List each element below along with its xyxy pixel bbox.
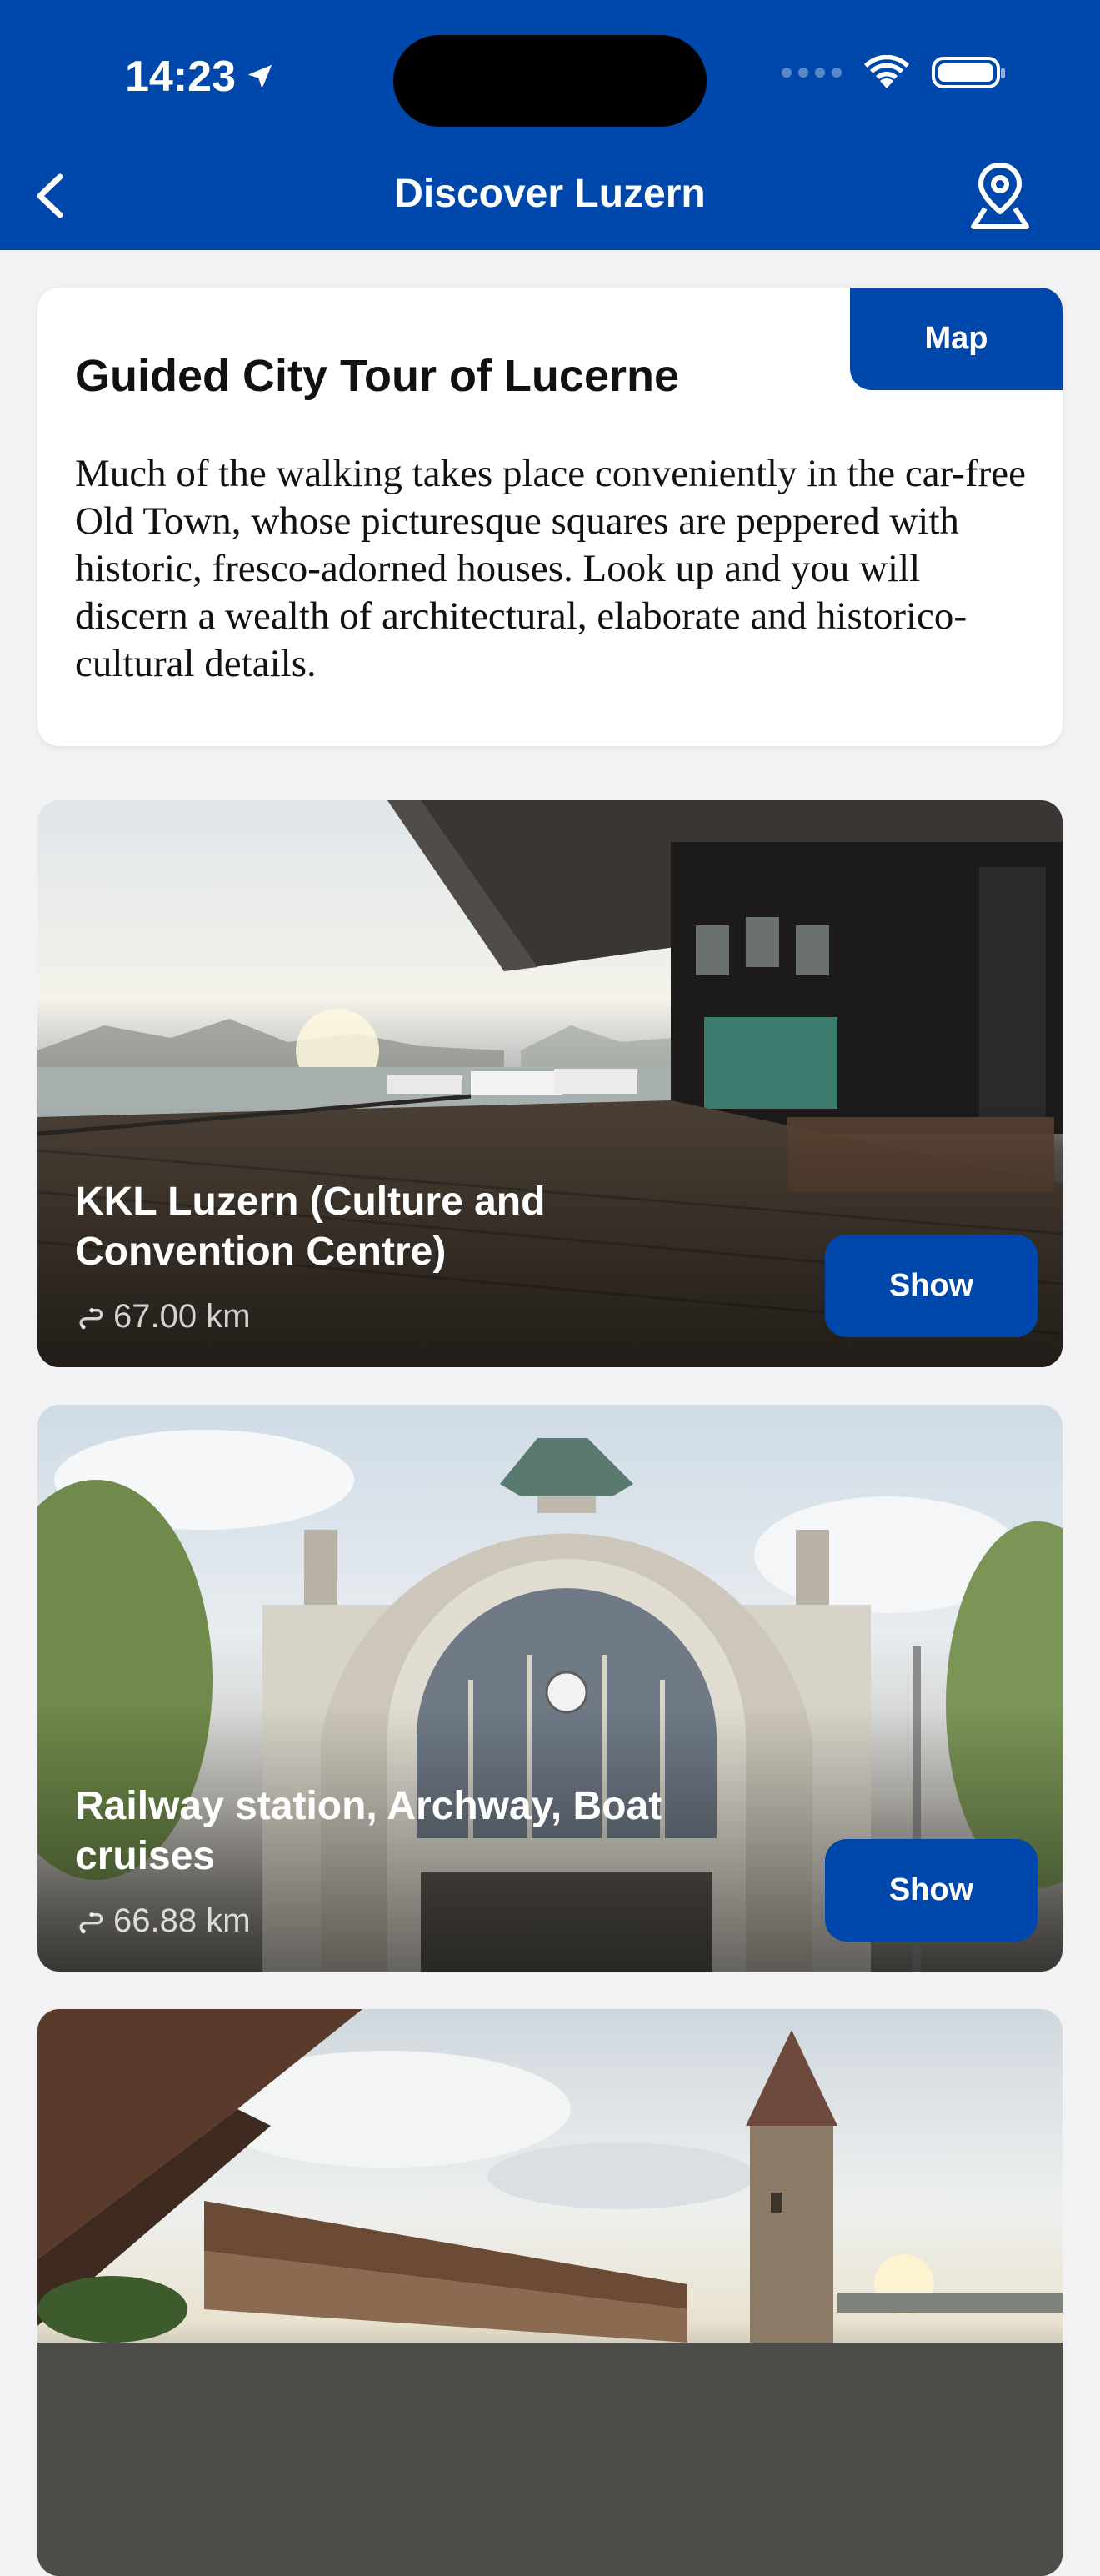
show-button[interactable]: Show <box>825 1235 1038 1337</box>
place-title: Railway station, Archway, Boat cruises <box>75 1784 662 1878</box>
place-card-railway-station[interactable]: Railway station, Archway, Boat cruises 6… <box>38 1405 1062 1972</box>
place-card-kkl[interactable]: KKL Luzern (Culture and Convention Centr… <box>38 800 1062 1367</box>
status-icons <box>782 55 1005 90</box>
cellular-signal-icon <box>782 68 842 78</box>
map-button[interactable]: Map <box>850 288 1062 390</box>
place-distance: 67.00 km <box>75 1298 251 1336</box>
place-title: KKL Luzern (Culture and Convention Centr… <box>75 1180 546 1274</box>
battery-icon <box>932 57 1005 88</box>
wifi-icon <box>864 55 909 88</box>
place-card-chapel-bridge[interactable] <box>38 2009 1062 2576</box>
show-button[interactable]: Show <box>825 1839 1038 1942</box>
page-title: Discover Luzern <box>394 172 706 216</box>
clock-text: 14:23 <box>125 53 236 101</box>
route-icon <box>79 1307 103 1329</box>
route-icon <box>79 1912 103 1933</box>
status-time: 14:23 <box>125 52 276 102</box>
tour-title: Guided City Tour of Lucerne <box>75 351 680 401</box>
place-distance: 66.88 km <box>75 1902 251 1940</box>
header-bar: 14:23 Discover Luzern <box>0 0 1100 250</box>
map-pin-icon[interactable] <box>967 158 1033 233</box>
location-arrow-icon <box>248 64 272 89</box>
tour-description: Much of the walking takes place convenie… <box>75 452 1026 685</box>
distance-value: 66.88 km <box>113 1902 251 1939</box>
distance-value: 67.00 km <box>113 1298 251 1335</box>
tour-intro-card: Map Guided City Tour of Lucerne Much of … <box>38 288 1062 746</box>
dynamic-island <box>393 35 707 127</box>
chapel-bridge-photo <box>38 2009 1062 2576</box>
